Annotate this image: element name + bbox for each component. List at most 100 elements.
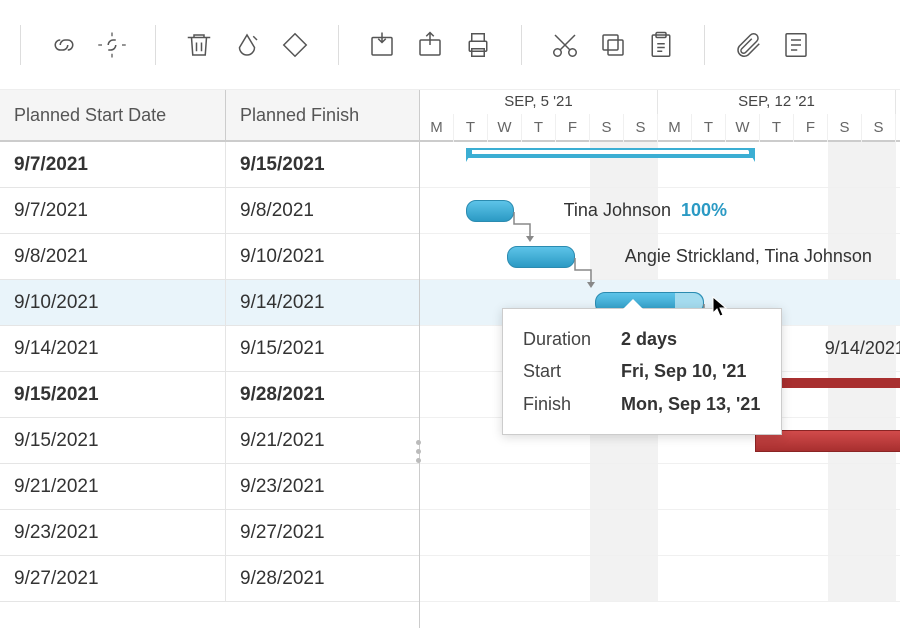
toolbar-separator [338,25,339,65]
paint-icon[interactable] [230,28,264,62]
cell-finish[interactable]: 9/15/2021 [226,142,419,187]
cell-start[interactable]: 9/21/2021 [0,464,226,509]
cursor-icon [712,296,728,318]
toolbar-separator [704,25,705,65]
gantt-timeline-header: SEP, 5 '21SEP, 12 '21 MTWTFSSMTWTFSS [420,90,900,142]
cell-start[interactable]: 9/14/2021 [0,326,226,371]
column-header-finish[interactable]: Planned Finish [226,90,419,140]
cell-start[interactable]: 9/27/2021 [0,556,226,601]
month-cell: SEP, 5 '21 [420,90,658,114]
cell-finish[interactable]: 9/21/2021 [226,418,419,463]
summary-bar[interactable] [466,148,755,158]
table-row[interactable]: 9/10/20219/14/2021 [0,280,419,326]
column-header-start[interactable]: Planned Start Date [0,90,226,140]
toolbar [0,0,900,90]
day-cell: S [624,114,658,142]
day-cell: S [590,114,624,142]
tooltip-duration-label: Duration [523,323,603,355]
cell-start[interactable]: 9/15/2021 [0,372,226,417]
pane-resize-handle[interactable] [416,440,421,463]
gantt-row [420,142,900,188]
gantt-row [420,510,900,556]
table-row[interactable]: 9/15/20219/28/2021 [0,372,419,418]
copy-icon[interactable] [596,28,630,62]
cell-start[interactable]: 9/8/2021 [0,234,226,279]
table-row[interactable]: 9/7/20219/15/2021 [0,142,419,188]
toolbar-group-file [347,28,513,62]
toolbar-group-clipboard [530,28,696,62]
table-row[interactable]: 9/21/20219/23/2021 [0,464,419,510]
month-row: SEP, 5 '21SEP, 12 '21 [420,90,900,114]
cell-finish[interactable]: 9/15/2021 [226,326,419,371]
tooltip-finish-label: Finish [523,388,603,420]
milestone-label: 9/14/2021 [825,338,900,359]
day-row: MTWTFSSMTWTFSS [420,114,900,142]
task-tooltip: Duration2 days StartFri, Sep 10, '21 Fin… [502,308,782,435]
print-icon[interactable] [461,28,495,62]
day-cell: M [658,114,692,142]
cell-finish[interactable]: 9/28/2021 [226,556,419,601]
paste-icon[interactable] [644,28,678,62]
tooltip-finish-value: Mon, Sep 13, '21 [621,388,760,420]
day-cell: M [420,114,454,142]
table-body: 9/7/20219/15/20219/7/20219/8/20219/8/202… [0,142,419,602]
cell-start[interactable]: 9/7/2021 [0,188,226,233]
cell-start[interactable]: 9/23/2021 [0,510,226,555]
day-cell: W [488,114,522,142]
task-pct: 100% [681,200,727,220]
table-row[interactable]: 9/23/20219/27/2021 [0,510,419,556]
cell-finish[interactable]: 9/10/2021 [226,234,419,279]
cell-finish[interactable]: 9/8/2021 [226,188,419,233]
task-bar-label: Tina Johnson100% [564,200,727,221]
day-cell: F [794,114,828,142]
gantt-row [420,556,900,602]
task-bar[interactable] [466,200,514,222]
cell-finish[interactable]: 9/23/2021 [226,464,419,509]
trash-icon[interactable] [182,28,216,62]
gantt-pane[interactable]: SEP, 5 '21SEP, 12 '21 MTWTFSSMTWTFSS Tin… [420,90,900,628]
toolbar-group-edit [164,28,330,62]
day-cell: T [692,114,726,142]
cell-start[interactable]: 9/15/2021 [0,418,226,463]
attach-icon[interactable] [731,28,765,62]
cell-start[interactable]: 9/7/2021 [0,142,226,187]
table-row[interactable]: 9/7/20219/8/2021 [0,188,419,234]
table-row[interactable]: 9/15/20219/21/2021 [0,418,419,464]
day-cell: T [522,114,556,142]
cut-icon[interactable] [548,28,582,62]
main: Planned Start Date Planned Finish 9/7/20… [0,90,900,628]
day-cell: T [760,114,794,142]
link-icon[interactable] [47,28,81,62]
gantt-row: Tina Johnson100% [420,188,900,234]
day-cell: F [556,114,590,142]
toolbar-group-attach [713,28,831,62]
cell-finish[interactable]: 9/28/2021 [226,372,419,417]
gantt-row: Angie Strickland, Tina Johnson [420,234,900,280]
table-pane: Planned Start Date Planned Finish 9/7/20… [0,90,420,628]
toolbar-separator [521,25,522,65]
cell-finish[interactable]: 9/27/2021 [226,510,419,555]
tooltip-start-label: Start [523,355,603,387]
toolbar-separator [20,25,21,65]
day-cell: W [726,114,760,142]
day-cell: S [828,114,862,142]
toolbar-group-link [29,28,147,62]
table-row[interactable]: 9/8/20219/10/2021 [0,234,419,280]
tooltip-start-value: Fri, Sep 10, '21 [621,355,746,387]
task-bar[interactable] [507,246,575,268]
import-icon[interactable] [365,28,399,62]
unlink-icon[interactable] [95,28,129,62]
diamond-icon[interactable] [278,28,312,62]
table-row[interactable]: 9/14/20219/15/2021 [0,326,419,372]
cell-start[interactable]: 9/10/2021 [0,280,226,325]
gantt-row [420,464,900,510]
table-row[interactable]: 9/27/20219/28/2021 [0,556,419,602]
day-cell: S [862,114,896,142]
day-cell: T [454,114,488,142]
export-icon[interactable] [413,28,447,62]
note-icon[interactable] [779,28,813,62]
month-cell: SEP, 12 '21 [658,90,896,114]
toolbar-separator [155,25,156,65]
task-bar-label: Angie Strickland, Tina Johnson [625,246,872,267]
cell-finish[interactable]: 9/14/2021 [226,280,419,325]
